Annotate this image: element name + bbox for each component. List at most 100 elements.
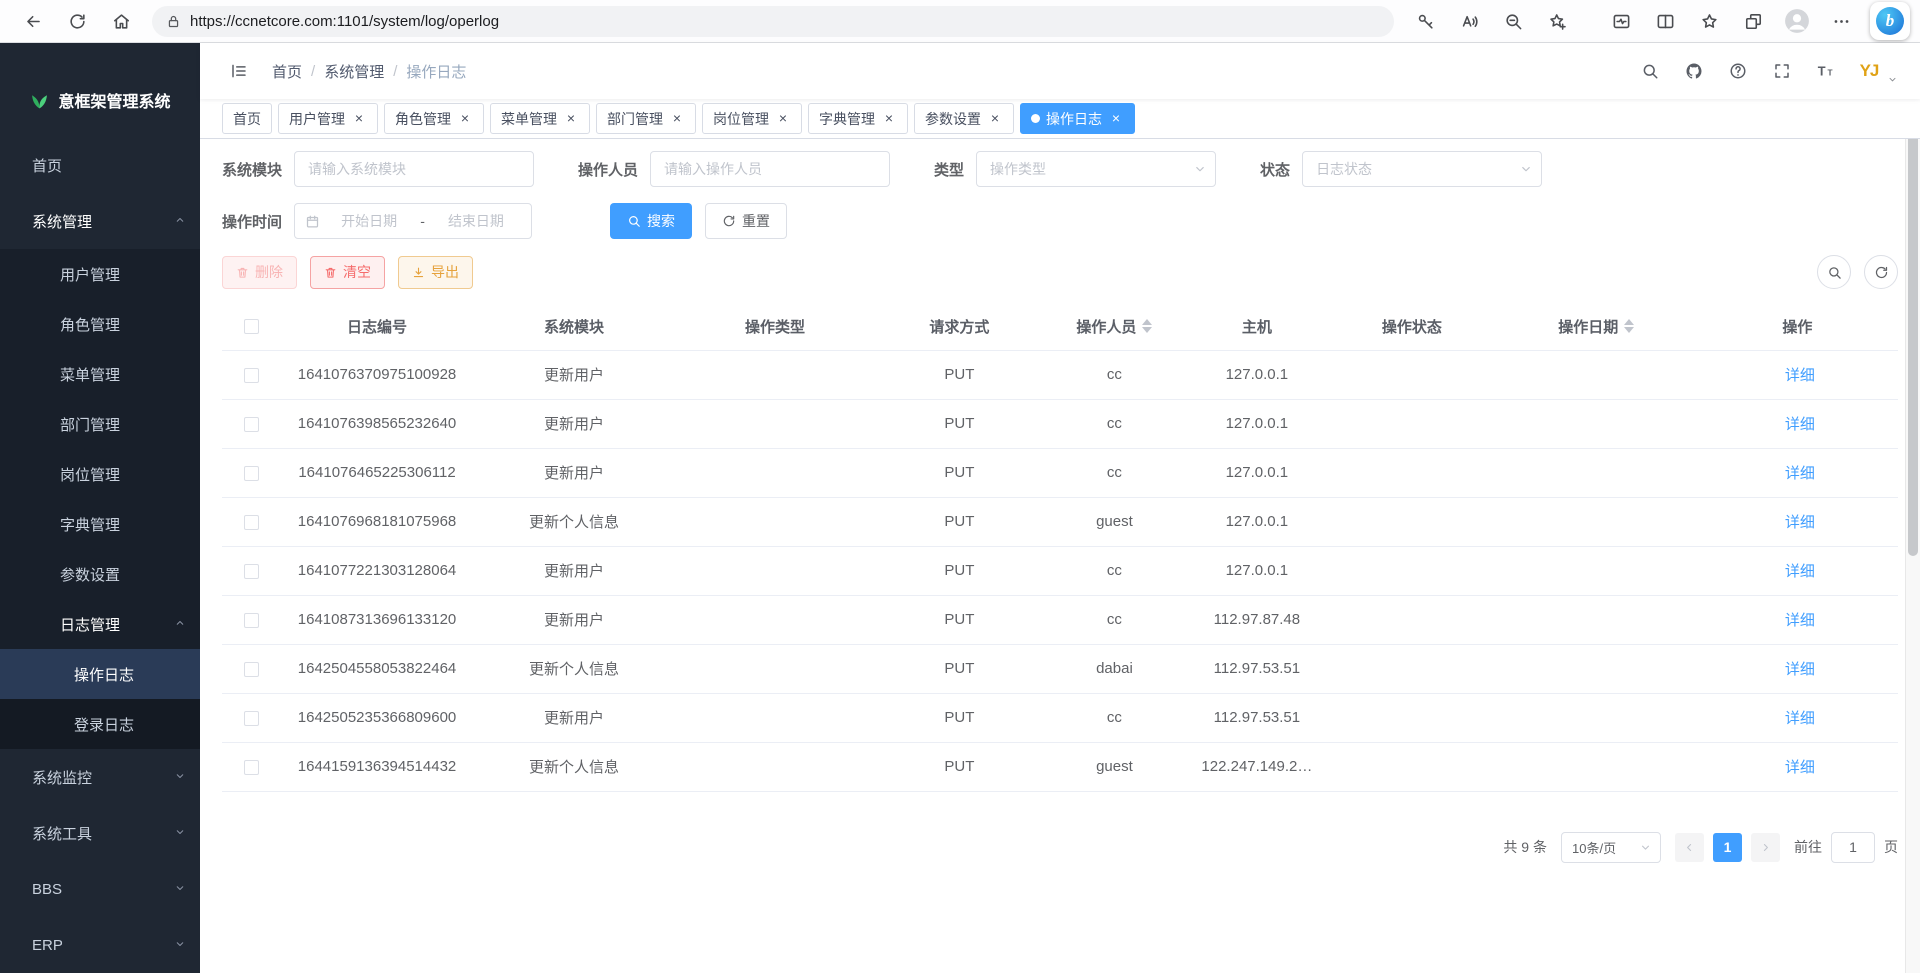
breadcrumb-home[interactable]: 首页 [272, 61, 302, 82]
more-options-icon[interactable] [1822, 4, 1860, 38]
tab-role-management[interactable]: 角色管理× [384, 103, 484, 134]
fullscreen-icon[interactable] [1765, 54, 1799, 88]
detail-link[interactable]: 详细 [1780, 756, 1815, 777]
refresh-table-button[interactable] [1864, 255, 1898, 289]
github-icon[interactable] [1677, 54, 1711, 88]
split-screen-icon[interactable] [1646, 4, 1684, 38]
detail-link[interactable]: 详细 [1780, 413, 1815, 434]
row-checkbox[interactable] [244, 368, 259, 383]
back-button[interactable] [14, 4, 52, 38]
sidebar-item-operation-log[interactable]: 操作日志 [0, 649, 200, 699]
row-checkbox[interactable] [244, 662, 259, 677]
close-icon[interactable]: × [669, 111, 685, 127]
row-checkbox[interactable] [244, 515, 259, 530]
toggle-search-button[interactable] [1817, 255, 1851, 289]
profile-avatar[interactable] [1778, 4, 1816, 38]
clear-button[interactable]: 清空 [310, 256, 385, 289]
favorites-icon[interactable] [1690, 4, 1728, 38]
sidebar-item-param-settings[interactable]: 参数设置 [0, 549, 200, 599]
detail-link[interactable]: 详细 [1780, 658, 1815, 679]
sidebar-item-dict-management[interactable]: 字典管理 [0, 499, 200, 549]
sidebar-item-home[interactable]: 首页 [0, 137, 200, 193]
tab-department-management[interactable]: 部门管理× [596, 103, 696, 134]
row-checkbox[interactable] [244, 711, 259, 726]
detail-link[interactable]: 详细 [1780, 462, 1815, 483]
close-icon[interactable]: × [351, 111, 367, 127]
tab-post-management[interactable]: 岗位管理× [702, 103, 802, 134]
sort-icon[interactable] [1624, 319, 1634, 333]
tab-user-management[interactable]: 用户管理× [278, 103, 378, 134]
next-page-button[interactable] [1751, 833, 1780, 862]
sidebar-item-menu-management[interactable]: 菜单管理 [0, 349, 200, 399]
close-icon[interactable]: × [987, 111, 1003, 127]
sidebar-toggle-icon[interactable] [222, 54, 256, 88]
sidebar-item-login-log[interactable]: 登录日志 [0, 699, 200, 749]
collections-icon[interactable] [1734, 4, 1772, 38]
help-icon[interactable] [1721, 54, 1755, 88]
detail-link[interactable]: 详细 [1780, 609, 1815, 630]
password-key-icon[interactable] [1406, 4, 1444, 38]
detail-link[interactable]: 详细 [1780, 364, 1815, 385]
sidebar-item-user-management[interactable]: 用户管理 [0, 249, 200, 299]
column-header[interactable]: 操作日期 [1496, 303, 1697, 350]
start-date-placeholder[interactable]: 开始日期 [324, 211, 414, 231]
select-all-checkbox[interactable] [244, 319, 259, 334]
refresh-page-button[interactable] [58, 4, 96, 38]
url-text[interactable]: https://ccnetcore.com:1101/system/log/op… [190, 13, 499, 30]
tab-menu-management[interactable]: 菜单管理× [490, 103, 590, 134]
close-icon[interactable]: × [775, 111, 791, 127]
breadcrumb-system-management[interactable]: 系统管理 [324, 61, 384, 82]
close-icon[interactable]: × [563, 111, 579, 127]
font-size-icon[interactable]: TT [1809, 54, 1843, 88]
sidebar-item-post-management[interactable]: 岗位管理 [0, 449, 200, 499]
bing-badge[interactable]: b [1870, 2, 1910, 40]
detail-link[interactable]: 详细 [1780, 560, 1815, 581]
browser-essentials-icon[interactable] [1602, 4, 1640, 38]
operator-input[interactable] [650, 151, 890, 187]
read-aloud-icon[interactable] [1450, 4, 1488, 38]
status-select[interactable]: 日志状态 [1302, 151, 1542, 187]
address-bar[interactable]: https://ccnetcore.com:1101/system/log/op… [152, 6, 1394, 37]
search-icon[interactable] [1633, 54, 1667, 88]
search-button[interactable]: 搜索 [610, 203, 692, 239]
page-size-select[interactable]: 10条/页 [1561, 832, 1661, 863]
column-header[interactable]: 操作人员 [1043, 303, 1185, 350]
prev-page-button[interactable] [1675, 833, 1704, 862]
sidebar-item-system-monitor[interactable]: 系统监控 [0, 749, 200, 805]
detail-link[interactable]: 详细 [1780, 511, 1815, 532]
zoom-out-icon[interactable] [1494, 4, 1532, 38]
close-icon[interactable]: × [457, 111, 473, 127]
sort-icon[interactable] [1142, 319, 1152, 333]
export-button[interactable]: 导出 [398, 256, 473, 289]
end-date-placeholder[interactable]: 结束日期 [431, 211, 521, 231]
row-checkbox[interactable] [244, 760, 259, 775]
row-checkbox[interactable] [244, 417, 259, 432]
tab-home[interactable]: 首页 [222, 103, 272, 134]
tab-operation-log[interactable]: 操作日志× [1020, 103, 1135, 134]
tab-dict-management[interactable]: 字典管理× [808, 103, 908, 134]
reset-button[interactable]: 重置 [705, 203, 787, 239]
row-checkbox[interactable] [244, 613, 259, 628]
page-scrollbar[interactable] [1905, 43, 1920, 973]
row-checkbox[interactable] [244, 466, 259, 481]
sidebar-item-system-management[interactable]: 系统管理 [0, 193, 200, 249]
detail-link[interactable]: 详细 [1780, 707, 1815, 728]
row-checkbox[interactable] [244, 564, 259, 579]
sidebar-item-system-tools[interactable]: 系统工具 [0, 805, 200, 861]
sidebar-item-bbs[interactable]: BBS [0, 861, 200, 917]
goto-page-input[interactable] [1831, 832, 1875, 863]
sidebar-item-role-management[interactable]: 角色管理 [0, 299, 200, 349]
close-icon[interactable]: × [881, 111, 897, 127]
browser-home-button[interactable] [102, 4, 140, 38]
date-range-picker[interactable]: 开始日期 - 结束日期 [294, 203, 532, 239]
chevron-down-icon[interactable] [1887, 74, 1898, 88]
delete-button[interactable]: 删除 [222, 256, 297, 289]
tab-param-settings[interactable]: 参数设置× [914, 103, 1014, 134]
user-avatar-logo[interactable]: YJ [1853, 56, 1885, 86]
close-icon[interactable]: × [1108, 111, 1124, 127]
favorites-add-icon[interactable] [1538, 4, 1576, 38]
sidebar-item-erp[interactable]: ERP [0, 917, 200, 973]
sidebar-item-department-management[interactable]: 部门管理 [0, 399, 200, 449]
sidebar-item-log-management[interactable]: 日志管理 [0, 599, 200, 649]
module-input[interactable] [294, 151, 534, 187]
